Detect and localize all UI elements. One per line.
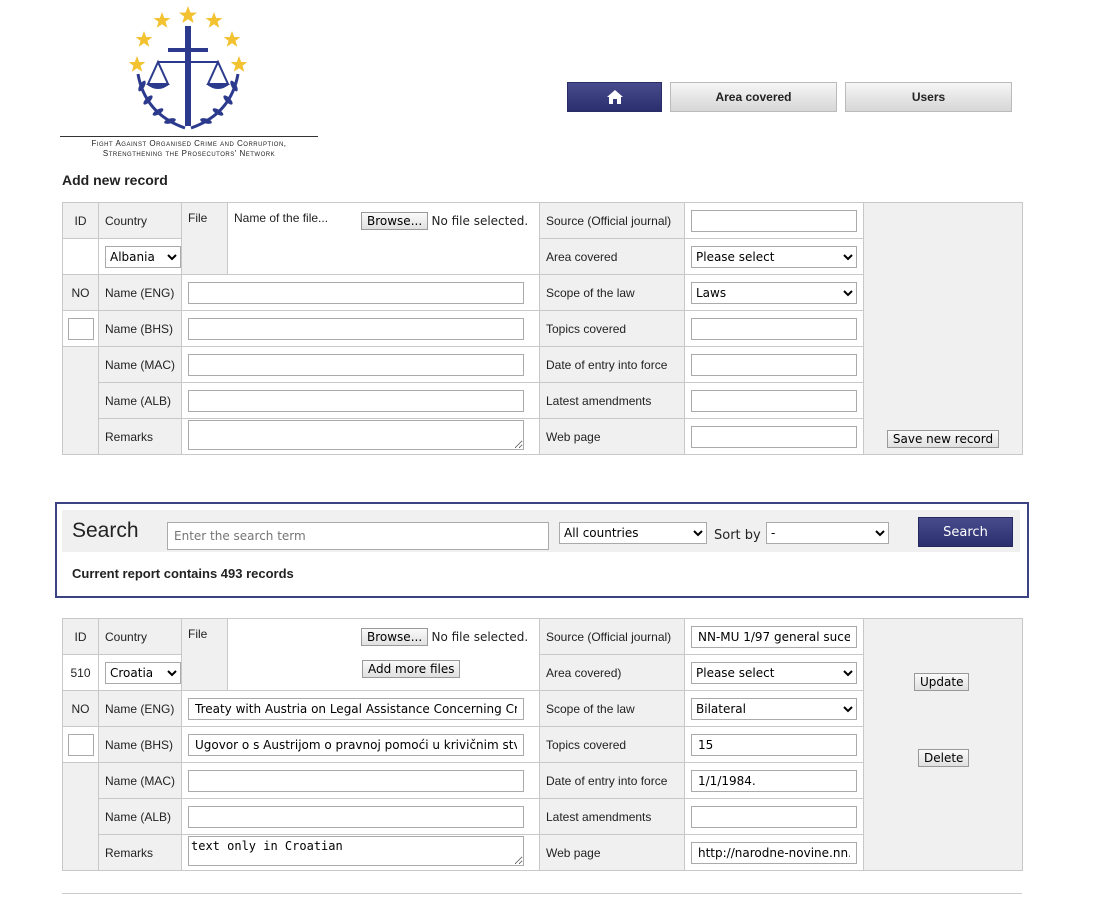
search-title: Search (72, 519, 139, 542)
record-name-eng-input[interactable] (188, 697, 524, 720)
record-source-input[interactable] (691, 625, 857, 648)
no-checkbox[interactable] (67, 317, 94, 340)
nav-users-button[interactable]: Users (845, 82, 1012, 112)
record-id-label: ID (62, 618, 99, 655)
record-empty-left-cell (62, 762, 99, 871)
area-covered-select[interactable]: Please select (691, 245, 857, 268)
record-remarks-textarea[interactable]: text only in Croatian (188, 836, 524, 866)
search-input[interactable] (167, 522, 549, 550)
record-source-label: Source (Official journal) (539, 618, 685, 655)
scope-select[interactable]: Laws (691, 281, 857, 304)
browse-button[interactable]: Browse... (361, 212, 429, 230)
add-more-files-button[interactable]: Add more files (362, 660, 461, 678)
logo-emblem-icon (128, 6, 248, 130)
country-select[interactable]: Albania (105, 245, 181, 268)
file-name-placeholder: Name of the file... (234, 211, 329, 225)
report-count-text: Current report contains 493 records (72, 566, 294, 581)
logo-tagline-line2: Strengthening the Prosecutors' Network (102, 149, 276, 158)
web-page-label: Web page (539, 418, 685, 455)
record-no-file-text: No file selected. (431, 630, 529, 644)
record-remarks-label: Remarks (98, 834, 182, 871)
name-mac-input[interactable] (188, 353, 524, 376)
name-alb-label: Name (ALB) (98, 382, 182, 419)
record-name-eng-label: Name (ENG) (98, 690, 182, 727)
no-label: NO (62, 274, 99, 311)
name-eng-input[interactable] (188, 281, 524, 304)
add-record-form: ID Country File Name of the file... Brow… (62, 202, 1023, 455)
record-file-cell: Browse... No file selected. Add more fil… (227, 618, 540, 691)
latest-amend-input[interactable] (691, 389, 857, 412)
no-file-text: No file selected. (431, 214, 529, 228)
name-alb-input[interactable] (188, 389, 524, 412)
record-web-page-label: Web page (539, 834, 685, 871)
name-mac-label: Name (MAC) (98, 346, 182, 383)
record-latest-amend-input[interactable] (691, 805, 857, 828)
latest-amend-label: Latest amendments (539, 382, 685, 419)
search-button[interactable]: Search (918, 517, 1013, 547)
record-file-label: File (181, 618, 228, 691)
logo-tagline-line1: Fight Against Organised Crime and Corrup… (91, 139, 287, 148)
id-value-cell (62, 238, 99, 275)
record-topics-input[interactable] (691, 733, 857, 756)
save-new-record-button[interactable]: Save new record (886, 430, 1000, 448)
record-id-value: 510 (62, 654, 99, 691)
record-name-alb-input[interactable] (188, 805, 524, 828)
record-no-checkbox[interactable] (67, 733, 94, 756)
record-date-entry-label: Date of entry into force (539, 762, 685, 799)
home-icon (606, 90, 623, 104)
name-bhs-label: Name (BHS) (98, 310, 182, 347)
web-page-input[interactable] (691, 425, 857, 448)
date-entry-input[interactable] (691, 353, 857, 376)
record-date-entry-input[interactable] (691, 769, 857, 792)
scope-label: Scope of the law (539, 274, 685, 311)
record-area-label: Area covered) (539, 654, 685, 691)
record-latest-amend-label: Latest amendments (539, 798, 685, 835)
id-label: ID (62, 202, 99, 239)
empty-left-cell (62, 346, 99, 455)
delete-button[interactable]: Delete (918, 749, 970, 767)
record-name-bhs-label: Name (BHS) (98, 726, 182, 763)
name-eng-label: Name (ENG) (98, 274, 182, 311)
record-name-alb-label: Name (ALB) (98, 798, 182, 835)
nav-home-button[interactable] (567, 82, 662, 112)
source-input[interactable] (691, 209, 857, 232)
record-country-label: Country (98, 618, 182, 655)
country-filter-select[interactable]: All countries (559, 522, 707, 544)
add-record-title: Add new record (62, 172, 168, 188)
sort-by-label: Sort by (714, 528, 761, 543)
country-label: Country (98, 202, 182, 239)
record-name-bhs-input[interactable] (188, 733, 524, 756)
area-covered-label: Area covered (539, 238, 685, 275)
record-area-select[interactable]: Please select (691, 661, 857, 684)
date-entry-label: Date of entry into force (539, 346, 685, 383)
logo: Fight Against Organised Crime and Corrup… (60, 4, 318, 159)
record-form: ID Country File Browse... No file select… (62, 618, 1023, 871)
topics-input[interactable] (691, 317, 857, 340)
file-upload-cell: Name of the file... Browse... No file se… (227, 202, 540, 275)
record-web-page-input[interactable] (691, 841, 857, 864)
record-name-mac-input[interactable] (188, 769, 524, 792)
bottom-divider (62, 893, 1022, 894)
record-country-select[interactable]: Croatia (105, 661, 181, 684)
name-bhs-input[interactable] (188, 317, 524, 340)
update-button[interactable]: Update (914, 673, 970, 691)
record-scope-select[interactable]: Bilateral (691, 697, 857, 720)
file-label: File (181, 202, 228, 275)
record-scope-label: Scope of the law (539, 690, 685, 727)
source-label: Source (Official journal) (539, 202, 685, 239)
logo-tagline: Fight Against Organised Crime and Corrup… (60, 136, 318, 159)
remarks-label: Remarks (98, 418, 182, 455)
topics-label: Topics covered (539, 310, 685, 347)
nav-area-covered-button[interactable]: Area covered (670, 82, 837, 112)
record-name-mac-label: Name (MAC) (98, 762, 182, 799)
record-no-label: NO (62, 690, 99, 727)
record-topics-label: Topics covered (539, 726, 685, 763)
record-browse-button[interactable]: Browse... (361, 628, 429, 646)
sort-select[interactable]: - (766, 522, 889, 544)
remarks-textarea[interactable] (188, 420, 524, 450)
